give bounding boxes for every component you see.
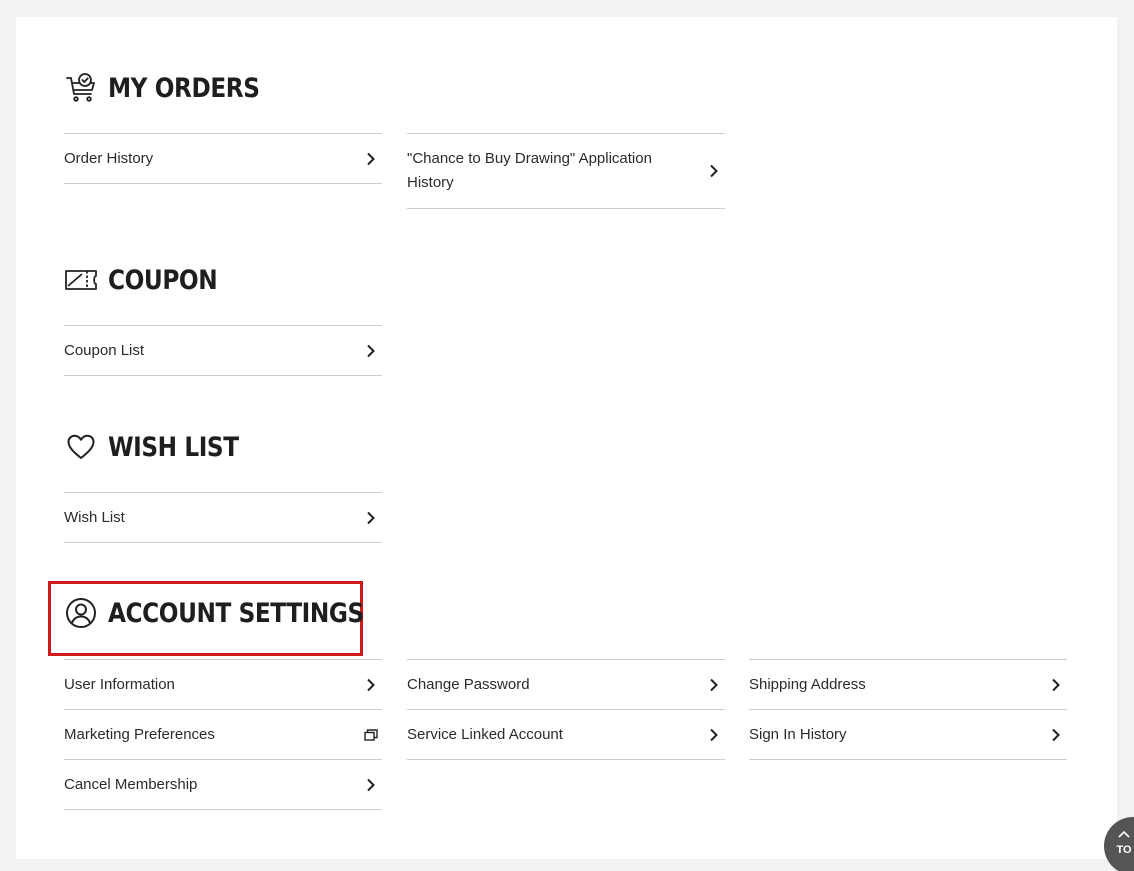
chevron-right-icon — [707, 164, 721, 178]
section-title: MY ORDERS — [108, 72, 260, 104]
chevron-right-icon — [1049, 678, 1063, 692]
menu-item-label: "Chance to Buy Drawing" Application Hist… — [407, 150, 652, 191]
menu-item-label: Sign In History — [749, 725, 847, 743]
shopping-cart-check-icon — [64, 71, 98, 105]
section-heading-account-settings: ACCOUNT SETTINGS — [64, 593, 405, 633]
chevron-right-icon — [364, 152, 378, 166]
chevron-right-icon — [364, 511, 378, 525]
menu-item-label: Change Password — [407, 675, 530, 693]
menu-item-label: Marketing Preferences — [64, 725, 215, 743]
chevron-up-icon — [1118, 825, 1130, 843]
menu-item-label: Wish List — [64, 508, 125, 526]
chevron-right-icon — [364, 344, 378, 358]
menu-item-label: Coupon List — [64, 341, 145, 359]
chevron-right-icon — [364, 678, 378, 692]
section-title: WISH LIST — [108, 431, 239, 463]
heart-icon — [64, 430, 98, 464]
menu-item-order-history[interactable]: Order History — [64, 133, 382, 184]
external-window-icon — [364, 728, 378, 742]
menu-item-shipping-address[interactable]: Shipping Address — [749, 659, 1067, 710]
menu-item-user-information[interactable]: User Information — [64, 659, 382, 710]
menu-item-sign-in-history[interactable]: Sign In History — [749, 710, 1067, 760]
section-heading-my-orders: MY ORDERS — [64, 68, 284, 108]
section-heading-wish-list: WISH LIST — [64, 427, 260, 467]
section-title: COUPON — [108, 264, 218, 296]
menu-item-service-linked-account[interactable]: Service Linked Account — [407, 710, 725, 760]
menu-item-label: Order History — [64, 149, 154, 167]
user-circle-icon — [64, 596, 98, 630]
menu-item-cancel-membership[interactable]: Cancel Membership — [64, 760, 382, 810]
menu-item-change-password[interactable]: Change Password — [407, 659, 725, 710]
section-heading-coupon: COUPON — [64, 260, 235, 300]
chevron-right-icon — [1049, 728, 1063, 742]
section-title: ACCOUNT SETTINGS — [108, 597, 364, 629]
menu-item-label: User Information — [64, 675, 175, 693]
menu-item-drawing-application-history[interactable]: "Chance to Buy Drawing" Application Hist… — [407, 133, 725, 209]
menu-item-label: Shipping Address — [749, 675, 866, 693]
menu-item-label: Service Linked Account — [407, 725, 563, 743]
back-to-top-label: TO — [1116, 844, 1132, 856]
chevron-right-icon — [707, 728, 721, 742]
menu-item-coupon-list[interactable]: Coupon List — [64, 325, 382, 376]
coupon-ticket-icon — [64, 263, 98, 297]
menu-item-wish-list[interactable]: Wish List — [64, 492, 382, 543]
menu-item-marketing-preferences[interactable]: Marketing Preferences — [64, 710, 382, 760]
chevron-right-icon — [364, 778, 378, 792]
chevron-right-icon — [707, 678, 721, 692]
menu-item-label: Cancel Membership — [64, 775, 198, 793]
